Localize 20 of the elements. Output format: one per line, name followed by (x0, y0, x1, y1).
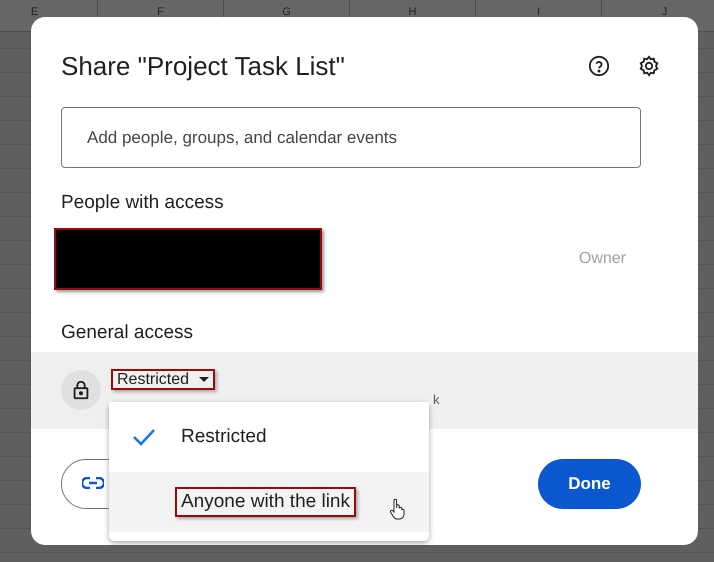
caret-icon (199, 377, 210, 382)
hand-cursor-icon (389, 498, 405, 520)
menu-item[interactable]: Anyone with the link (109, 472, 429, 532)
menu-item[interactable]: Restricted (109, 402, 429, 472)
access-dropdown[interactable]: Restricted (111, 369, 216, 390)
add-people-field[interactable]: Add people, groups, and calendar events (61, 107, 641, 168)
access-description: k (433, 392, 440, 407)
settings-icon (638, 55, 660, 77)
link-icon (82, 476, 104, 488)
help-icon (588, 55, 610, 77)
dialog-title: Share "Project Task List" (61, 50, 346, 82)
done-button[interactable]: Done (538, 459, 641, 509)
role-label: Owner (578, 250, 626, 268)
section-heading: General access (60, 322, 194, 344)
check-icon (132, 428, 156, 446)
lock-icon (61, 370, 101, 410)
menu-item-label: Restricted (180, 425, 268, 449)
help-button[interactable] (586, 53, 612, 79)
menu-item-label: Anyone with the link (175, 487, 356, 517)
section-heading: People with access (60, 192, 225, 214)
